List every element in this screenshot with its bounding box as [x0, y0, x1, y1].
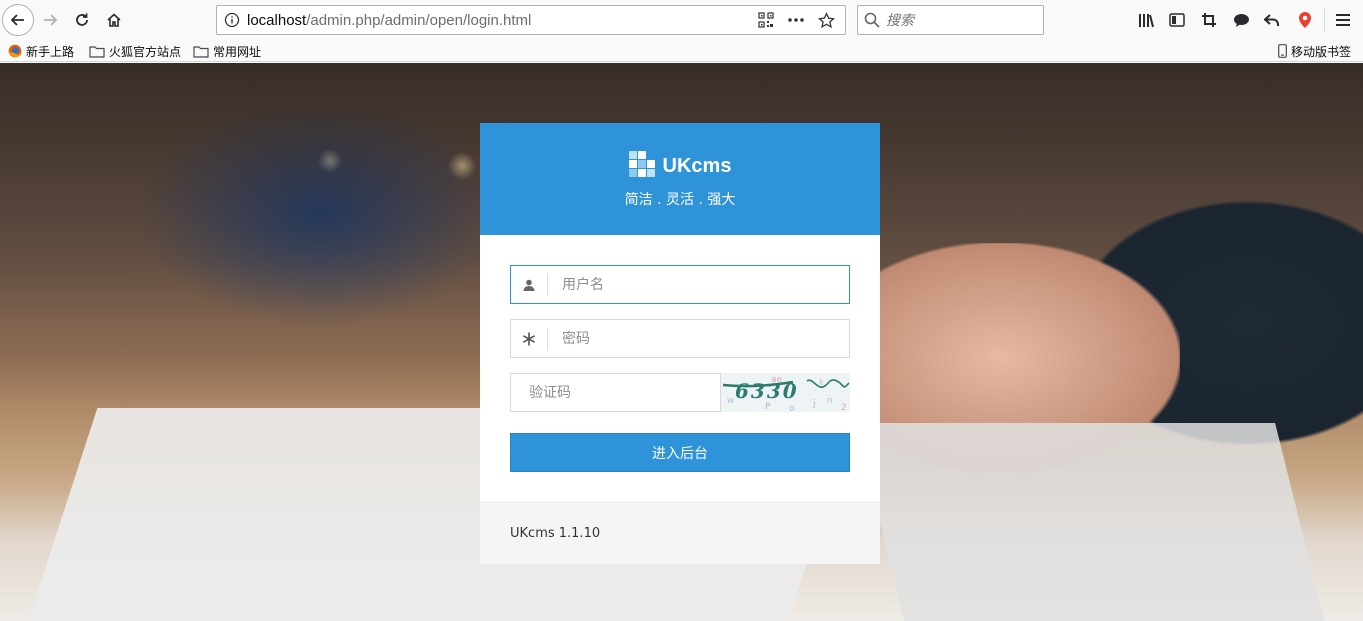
login-submit-button[interactable]: 进入后台 [510, 433, 850, 472]
login-footer: UKcms 1.1.10 [480, 502, 880, 564]
home-button[interactable] [102, 8, 126, 32]
search-icon [864, 12, 880, 28]
back-button[interactable] [2, 4, 34, 36]
mobile-phone-icon [1278, 44, 1287, 58]
brand-name: UKcms [662, 154, 732, 177]
bookmark-label: 火狐官方站点 [109, 44, 182, 59]
login-header: UKcms 简洁 . 灵活 . 强大 [480, 123, 880, 235]
svg-text:j: j [812, 399, 816, 409]
toolbar-divider [1324, 8, 1325, 32]
svg-text:2: 2 [841, 403, 847, 412]
user-icon [511, 266, 547, 303]
bookmark-item-firefox-site[interactable]: 火狐官方站点 [89, 42, 181, 60]
captcha-field[interactable] [510, 373, 721, 412]
bookmark-item-common-sites[interactable]: 常用网址 [193, 42, 261, 60]
url-host: localhost [247, 11, 307, 29]
search-bar[interactable] [857, 5, 1044, 35]
bookmark-label: 移动版书签 [1291, 44, 1352, 59]
url-path: /admin.php/admin/open/login.html [306, 11, 532, 29]
url-text: localhost/admin.php/admin/open/login.htm… [247, 12, 531, 29]
bookmark-item-mobile[interactable]: 移动版书签 [1278, 42, 1351, 60]
bookmark-star-icon[interactable] [811, 9, 841, 31]
svg-text:w: w [727, 396, 734, 406]
asterisk-icon [511, 320, 547, 357]
map-pin-icon[interactable] [1293, 8, 1317, 32]
svg-text:P: P [765, 402, 771, 412]
firefox-icon [8, 44, 22, 58]
menu-icon[interactable] [1331, 8, 1355, 32]
home-icon [107, 13, 121, 27]
svg-text:o: o [789, 404, 795, 412]
url-bar[interactable]: localhost/admin.php/admin/open/login.htm… [216, 5, 846, 35]
bookmarks-bar: 新手上路 火狐官方站点 常用网址 移动版书签 [0, 40, 1363, 62]
reload-icon [76, 13, 88, 26]
svg-text:n: n [827, 396, 833, 406]
qr-code-icon[interactable] [751, 9, 781, 31]
more-icon[interactable] [781, 9, 811, 31]
version-label: UKcms 1.1.10 [510, 526, 601, 541]
login-page: UKcms 简洁 . 灵活 . 强大 用户名 验证码 ae k w P o j … [0, 63, 1363, 621]
password-input[interactable] [548, 320, 849, 357]
forward-button[interactable] [38, 8, 62, 32]
bookmark-label: 新手上路 [26, 44, 75, 59]
logo-icon [628, 151, 655, 181]
screenshot-crop-icon[interactable] [1197, 8, 1221, 32]
folder-icon [193, 45, 209, 58]
arrow-right-icon [44, 14, 58, 26]
browser-toolbar: localhost/admin.php/admin/open/login.htm… [0, 0, 1363, 40]
captcha-input[interactable] [511, 374, 720, 411]
captcha-row: ae k w P o j n 2 6330 [510, 373, 850, 412]
arrow-left-icon [10, 14, 24, 26]
username-field[interactable] [510, 265, 850, 304]
captcha-image[interactable]: ae k w P o j n 2 6330 [721, 373, 850, 412]
login-form: ae k w P o j n 2 6330 进入后台 [480, 235, 880, 472]
password-field[interactable] [510, 319, 850, 358]
undo-icon[interactable] [1260, 8, 1284, 32]
login-card: UKcms 简洁 . 灵活 . 强大 用户名 验证码 ae k w P o j … [480, 123, 880, 564]
brand: UKcms [480, 123, 880, 181]
bookmark-item-getting-started[interactable]: 新手上路 [8, 42, 74, 60]
sidebar-icon[interactable] [1165, 8, 1189, 32]
search-input[interactable] [886, 12, 1026, 28]
slogan: 简洁 . 灵活 . 强大 [624, 192, 736, 208]
background-paper-right [855, 423, 1325, 621]
folder-icon [89, 45, 105, 58]
chat-bubble-icon[interactable] [1229, 8, 1253, 32]
library-icon[interactable] [1135, 8, 1159, 32]
bookmark-label: 常用网址 [213, 44, 262, 59]
reload-button[interactable] [70, 8, 94, 32]
info-icon[interactable] [217, 12, 247, 28]
username-input[interactable] [548, 266, 849, 303]
